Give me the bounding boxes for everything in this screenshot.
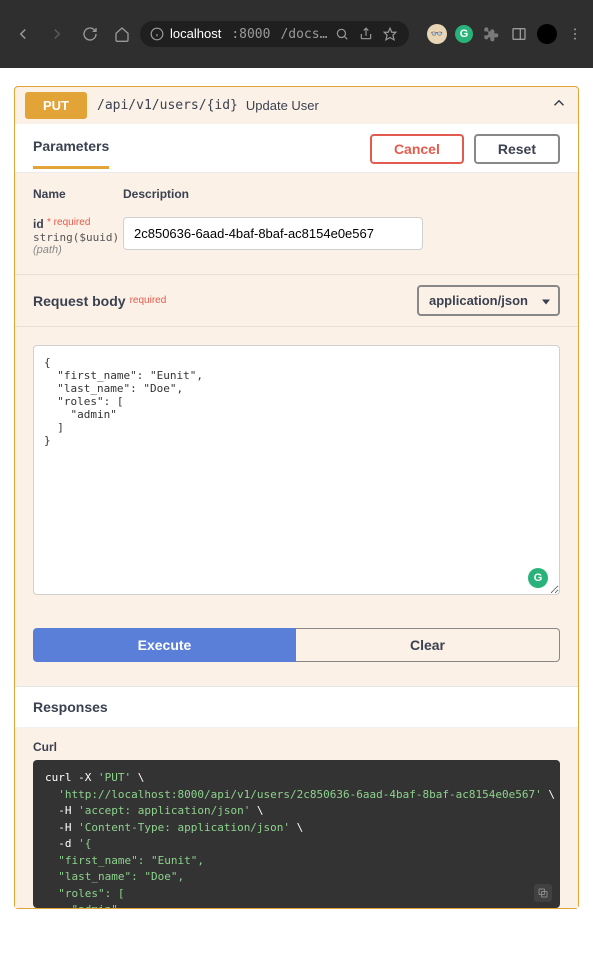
curl-output: curl -X 'PUT' \ 'http://localhost:8000/a…	[33, 760, 560, 908]
copy-icon[interactable]	[534, 884, 552, 902]
reset-button[interactable]: Reset	[474, 134, 560, 164]
star-icon[interactable]	[381, 25, 399, 43]
param-type: string($uuid)	[33, 231, 123, 244]
col-name-header: Name	[33, 187, 123, 201]
forward-button[interactable]	[42, 19, 72, 49]
grammarly-badge-icon[interactable]: G	[528, 568, 548, 588]
reload-button[interactable]	[76, 20, 104, 48]
extensions-icon[interactable]	[481, 24, 501, 44]
info-icon	[150, 27, 164, 41]
operation-summary[interactable]: PUT /api/v1/users/{id} Update User	[15, 87, 578, 124]
param-location: (path)	[33, 244, 123, 256]
request-body-heading: Request body	[33, 293, 126, 309]
endpoint-path: /api/v1/users/{id}	[97, 98, 238, 113]
param-table-head: Name Description	[15, 173, 578, 209]
required-marker: * required	[47, 217, 90, 228]
content-type-select[interactable]: application/json	[417, 285, 560, 316]
back-button[interactable]	[8, 19, 38, 49]
param-name: id	[33, 217, 44, 231]
execute-button[interactable]: Execute	[33, 628, 296, 662]
clear-button[interactable]: Clear	[296, 628, 560, 662]
cancel-button[interactable]: Cancel	[370, 134, 464, 164]
grammarly-icon[interactable]: G	[455, 25, 473, 43]
browser-toolbar: localhost:8000/docs… 👓 G	[0, 0, 593, 68]
zoom-icon[interactable]	[333, 25, 351, 43]
responses-heading: Responses	[15, 686, 578, 728]
curl-heading: Curl	[33, 740, 560, 754]
operation-block: PUT /api/v1/users/{id} Update User Param…	[14, 86, 579, 909]
param-row: id * required string($uuid) (path)	[15, 209, 578, 274]
parameters-heading: Parameters	[33, 138, 109, 169]
menu-icon[interactable]	[565, 24, 585, 44]
home-button[interactable]	[108, 20, 136, 48]
extension-face-icon[interactable]: 👓	[427, 24, 447, 44]
share-icon[interactable]	[357, 25, 375, 43]
url-bar[interactable]: localhost:8000/docs…	[140, 21, 409, 47]
url-text: localhost:8000/docs…	[170, 26, 327, 42]
col-desc-header: Description	[123, 187, 560, 201]
body-textarea[interactable]: { "first_name": "Eunit", "last_name": "D…	[33, 345, 560, 595]
endpoint-summary: Update User	[246, 98, 319, 113]
required-marker: required	[130, 295, 167, 306]
chevron-up-icon[interactable]	[550, 94, 568, 117]
method-badge: PUT	[25, 92, 87, 119]
param-id-input[interactable]	[123, 217, 423, 250]
profile-avatar[interactable]	[537, 24, 557, 44]
panel-icon[interactable]	[509, 24, 529, 44]
